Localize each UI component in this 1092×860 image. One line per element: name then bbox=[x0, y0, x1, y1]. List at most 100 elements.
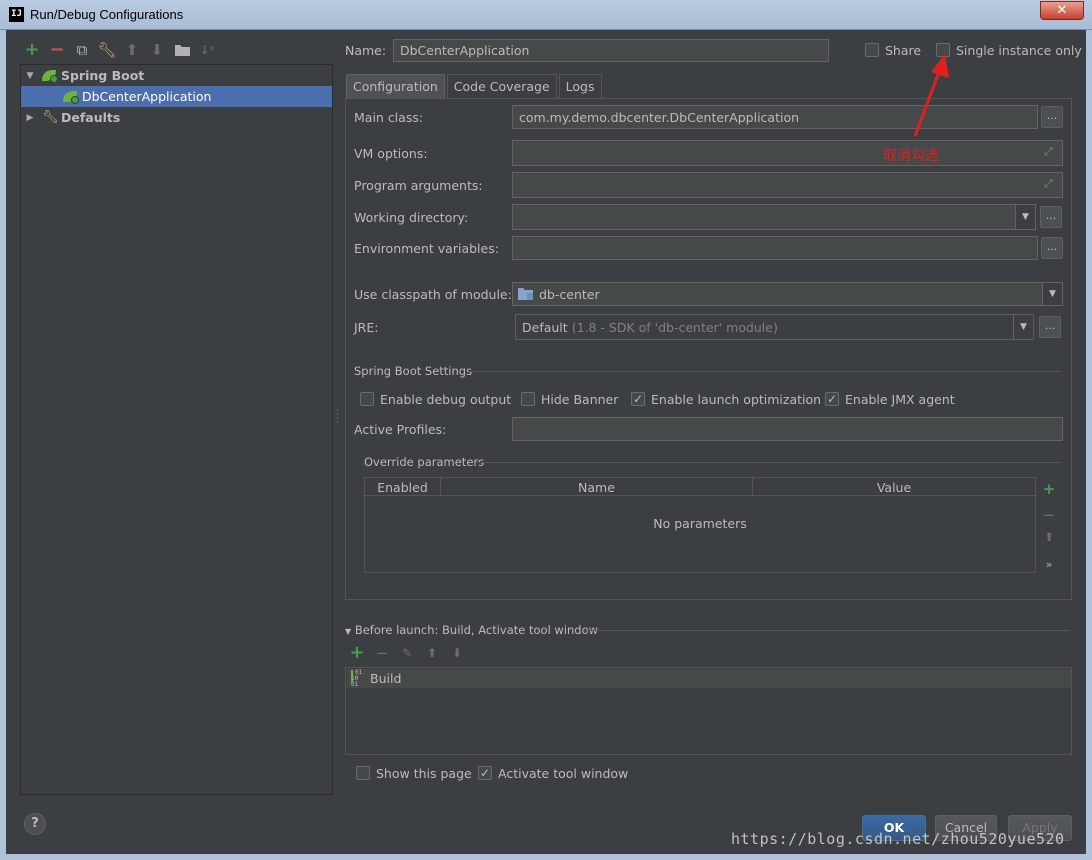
remove-icon[interactable]: − bbox=[374, 645, 390, 661]
table-header: Enabled Name Value bbox=[365, 478, 1035, 496]
enable-jmx-agent-checkbox[interactable]: ✓ bbox=[825, 392, 839, 406]
override-parameters-table: Enabled Name Value No parameters bbox=[364, 477, 1036, 573]
section-divider bbox=[584, 630, 1070, 631]
hide-banner-label: Hide Banner bbox=[541, 392, 619, 407]
config-tabs: Configuration Code Coverage Logs bbox=[346, 74, 604, 98]
more-icon[interactable]: » bbox=[1040, 558, 1058, 571]
build-icon: 01 10 01 bbox=[351, 668, 363, 688]
tree-item-label: Defaults bbox=[61, 110, 121, 125]
tree-item-label: Spring Boot bbox=[61, 68, 145, 83]
column-header-name[interactable]: Name bbox=[441, 478, 753, 496]
tab-code-coverage[interactable]: Code Coverage bbox=[446, 74, 557, 98]
move-up-icon[interactable]: ⬆ bbox=[124, 42, 140, 58]
main-class-input[interactable]: com.my.demo.dbcenter.DbCenterApplication bbox=[512, 105, 1038, 129]
move-down-icon[interactable]: ⬇ bbox=[449, 645, 465, 661]
jre-label: JRE: bbox=[354, 320, 379, 335]
jre-dropdown-icon[interactable]: ▼ bbox=[1013, 315, 1033, 339]
edit-icon[interactable]: ✎ bbox=[399, 645, 415, 661]
environment-variables-input[interactable] bbox=[512, 236, 1038, 260]
collapse-arrow-icon[interactable]: ▶ bbox=[24, 113, 36, 123]
add-icon[interactable]: + bbox=[24, 41, 40, 59]
program-arguments-label: Program arguments: bbox=[354, 178, 483, 193]
configuration-tree: ▼ Spring Boot DbCenterApplication ▶ 🔧︎ D… bbox=[20, 64, 333, 795]
list-item[interactable]: 01 10 01 Build bbox=[347, 669, 1071, 688]
window-close-button[interactable]: ✕ bbox=[1040, 1, 1084, 20]
expand-icon[interactable]: ⤢ bbox=[1044, 145, 1053, 159]
section-divider bbox=[469, 371, 1061, 372]
move-up-icon[interactable]: ⬆ bbox=[1040, 530, 1058, 544]
working-directory-input[interactable] bbox=[512, 204, 1036, 230]
environment-variables-label: Environment variables: bbox=[354, 241, 499, 256]
tree-item-spring-boot[interactable]: ▼ Spring Boot bbox=[21, 65, 332, 86]
classpath-module-select[interactable]: db-center bbox=[512, 282, 1063, 306]
name-label: Name: bbox=[345, 43, 387, 58]
active-profiles-label: Active Profiles: bbox=[354, 422, 447, 437]
remove-icon[interactable]: − bbox=[1040, 506, 1058, 524]
tree-item-defaults[interactable]: ▶ 🔧︎ Defaults bbox=[21, 107, 332, 128]
window-titlebar: IJ Run/Debug Configurations ✕ bbox=[0, 0, 1092, 30]
jre-value: Default bbox=[522, 319, 568, 335]
column-header-enabled[interactable]: Enabled bbox=[365, 478, 441, 496]
annotation-arrow-icon bbox=[913, 54, 949, 137]
jre-detail: (1.8 - SDK of 'db-center' module) bbox=[571, 319, 778, 335]
before-launch-label: Before launch: Build, Activate tool wind… bbox=[354, 623, 599, 637]
show-this-page-checkbox[interactable] bbox=[356, 766, 370, 780]
help-button[interactable]: ? bbox=[24, 813, 46, 835]
working-directory-browse-button[interactable]: ... bbox=[1040, 206, 1062, 228]
name-input[interactable]: DbCenterApplication bbox=[393, 39, 829, 62]
enable-launch-optimization-checkbox[interactable]: ✓ bbox=[631, 392, 645, 406]
enable-jmx-agent-label: Enable JMX agent bbox=[845, 392, 955, 407]
expand-arrow-icon[interactable]: ▼ bbox=[24, 71, 36, 81]
add-icon[interactable]: + bbox=[1040, 480, 1058, 498]
enable-debug-output-checkbox[interactable] bbox=[360, 392, 374, 406]
before-launch-list: 01 10 01 Build bbox=[345, 667, 1072, 755]
splitter-handle[interactable]: · · · · bbox=[336, 407, 339, 429]
expand-icon[interactable]: ⤢ bbox=[1044, 177, 1053, 191]
classpath-module-dropdown-icon[interactable]: ▼ bbox=[1042, 283, 1062, 305]
show-this-page-label: Show this page bbox=[376, 766, 472, 781]
list-item-label: Build bbox=[370, 671, 402, 686]
vm-options-input[interactable] bbox=[512, 140, 1063, 166]
active-profiles-input[interactable] bbox=[512, 417, 1063, 441]
config-toolbar: + − ⧉ 🔧︎ ⬆ ⬇ ↓ᵃ bbox=[24, 40, 215, 60]
collapse-arrow-icon[interactable]: ▼ bbox=[345, 627, 351, 636]
add-icon[interactable]: + bbox=[349, 644, 365, 662]
program-arguments-input[interactable] bbox=[512, 172, 1063, 198]
wrench-icon[interactable]: 🔧︎ bbox=[97, 42, 116, 58]
share-checkbox[interactable] bbox=[865, 43, 879, 57]
tree-item-dbcenterapplication[interactable]: DbCenterApplication bbox=[21, 86, 332, 107]
tab-logs[interactable]: Logs bbox=[558, 74, 602, 98]
spring-boot-settings-title: Spring Boot Settings bbox=[354, 364, 473, 378]
main-class-browse-button[interactable]: ... bbox=[1041, 106, 1063, 128]
working-directory-label: Working directory: bbox=[354, 210, 469, 225]
spring-app-icon bbox=[63, 90, 79, 104]
watermark: https://blog.csdn.net/zhou520yue520 bbox=[731, 830, 1065, 848]
section-divider bbox=[476, 462, 1061, 463]
before-launch-title[interactable]: ▼ Before launch: Build, Activate tool wi… bbox=[345, 623, 598, 637]
spring-boot-icon bbox=[42, 69, 58, 83]
main-class-label: Main class: bbox=[354, 110, 424, 125]
single-instance-label: Single instance only bbox=[956, 43, 1082, 58]
working-directory-dropdown-icon[interactable]: ▼ bbox=[1015, 205, 1035, 229]
copy-icon[interactable]: ⧉ bbox=[74, 42, 90, 58]
hide-banner-checkbox[interactable] bbox=[521, 392, 535, 406]
sort-icon[interactable]: ↓ᵃ bbox=[199, 42, 215, 58]
annotation-text: 取消勾选 bbox=[883, 148, 939, 164]
wrench-icon: 🔧︎ bbox=[42, 110, 59, 125]
module-folder-icon bbox=[518, 287, 533, 303]
window-title: Run/Debug Configurations bbox=[30, 7, 184, 22]
enable-launch-optimization-label: Enable launch optimization bbox=[651, 392, 822, 407]
remove-icon[interactable]: − bbox=[49, 41, 65, 59]
jre-select[interactable]: Default (1.8 - SDK of 'db-center' module… bbox=[515, 314, 1034, 340]
move-down-icon[interactable]: ⬇ bbox=[149, 42, 165, 58]
empty-table-text: No parameters bbox=[653, 516, 747, 531]
jre-browse-button[interactable]: ... bbox=[1039, 316, 1061, 338]
move-up-icon[interactable]: ⬆ bbox=[424, 645, 440, 661]
folder-icon[interactable] bbox=[174, 42, 190, 58]
tab-configuration[interactable]: Configuration bbox=[346, 74, 445, 98]
column-header-value[interactable]: Value bbox=[753, 478, 1035, 496]
environment-variables-browse-button[interactable]: ... bbox=[1041, 237, 1063, 259]
tree-item-label: DbCenterApplication bbox=[82, 89, 212, 104]
override-parameters-title: Override parameters bbox=[364, 455, 485, 469]
activate-tool-window-checkbox[interactable]: ✓ bbox=[478, 766, 492, 780]
